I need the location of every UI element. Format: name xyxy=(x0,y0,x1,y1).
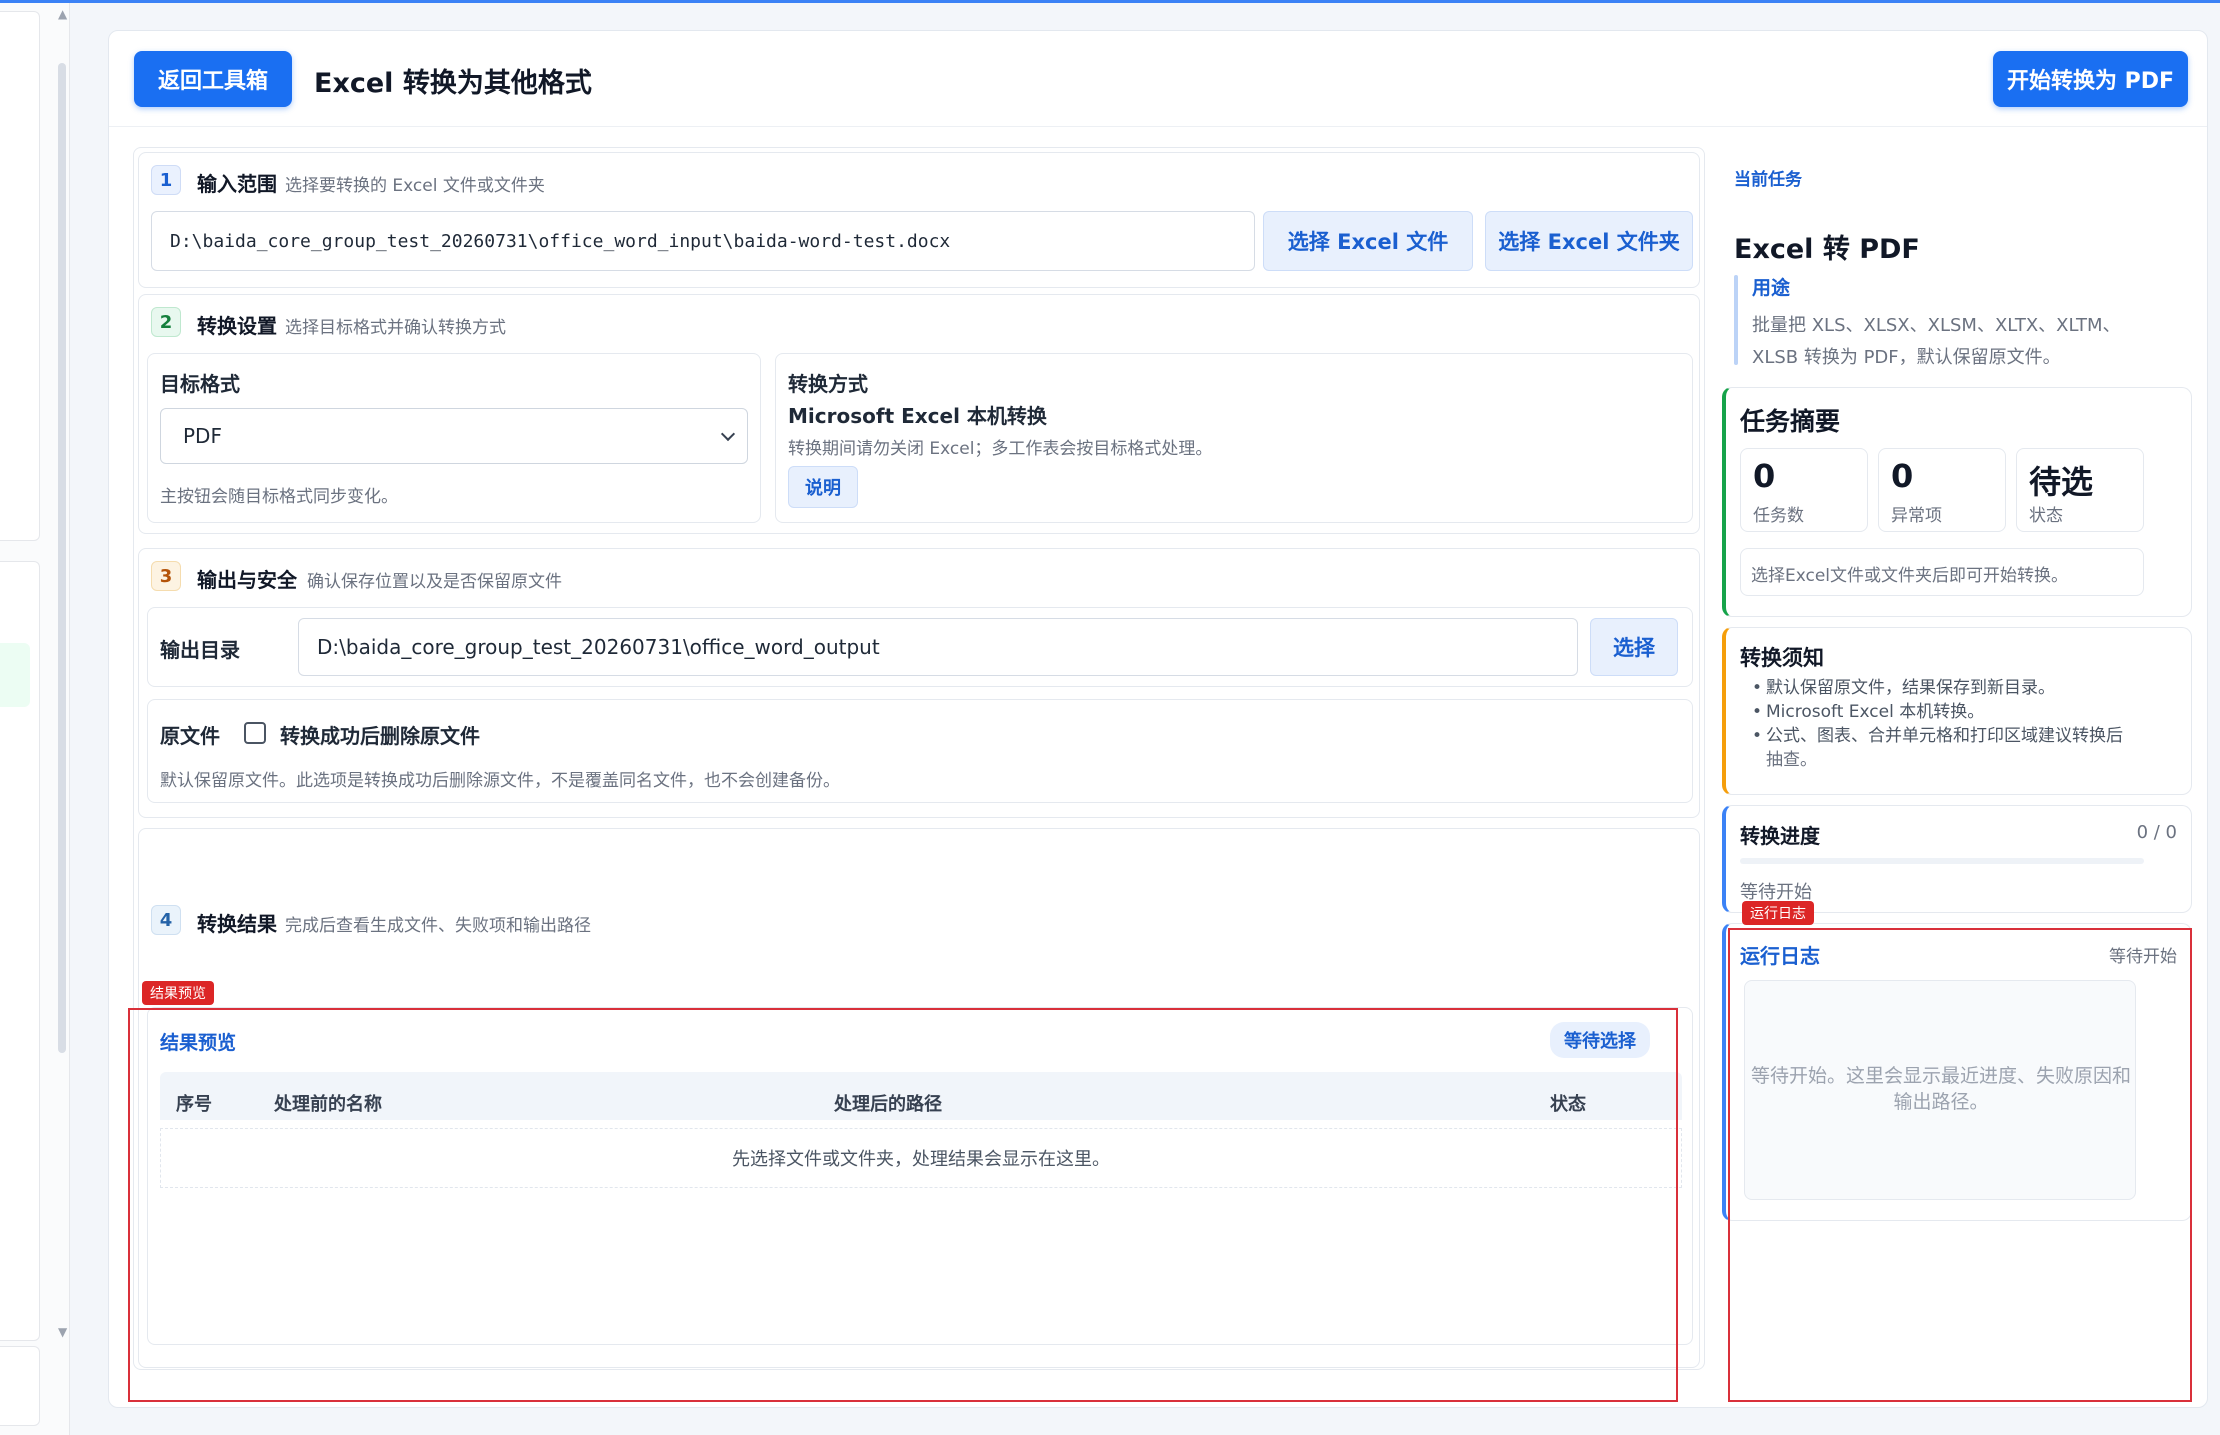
run-log-highlight xyxy=(1728,928,2192,1402)
current-task-title: Excel 转 PDF xyxy=(1734,234,1920,265)
left-active-item[interactable] xyxy=(0,643,30,707)
left-panel-footer xyxy=(0,1346,40,1426)
convert-method-hint: 转换期间请勿关闭 Excel；多工作表会按目标格式处理。 xyxy=(788,439,1213,459)
step-1-badge: 1 xyxy=(151,165,181,195)
start-convert-button[interactable]: 开始转换为 PDF xyxy=(1993,51,2188,107)
current-task-eyebrow: 当前任务 xyxy=(1734,170,1802,190)
step-4-subtitle: 完成后查看生成文件、失败项和输出路径 xyxy=(285,916,591,936)
result-preview-tag: 结果预览 xyxy=(142,981,214,1005)
select-excel-file-button[interactable]: 选择 Excel 文件 xyxy=(1263,211,1473,271)
chevron-down-icon xyxy=(720,426,736,442)
explain-button[interactable]: 说明 xyxy=(788,466,858,508)
output-dir-label: 输出目录 xyxy=(160,638,240,662)
stat-status-label: 状态 xyxy=(2029,506,2063,526)
scroll-down-icon[interactable]: ▼ xyxy=(58,1325,67,1339)
progress-count: 0 / 0 xyxy=(2136,822,2177,843)
notice-item-2: Microsoft Excel 本机转换。 xyxy=(1752,700,1984,724)
notice-item-3-cont: 抽查。 xyxy=(1766,750,1817,770)
step-3-title: 输出与安全 xyxy=(197,568,297,592)
result-preview-highlight xyxy=(128,1008,1678,1402)
origin-file-box: 原文件 转换成功后删除原文件 默认保留原文件。此选项是转换成功后删除源文件，不是… xyxy=(147,699,1693,803)
top-accent-line xyxy=(0,0,2220,3)
notice-item-1: 默认保留原文件，结果保存到新目录。 xyxy=(1752,676,2055,700)
summary-hint-box: 选择Excel文件或文件夹后即可开始转换。 xyxy=(1740,548,2144,596)
section-convert-settings: 2 转换设置 选择目标格式并确认转换方式 目标格式 PDF 主按钮会随目标格式同… xyxy=(138,294,1700,534)
select-excel-folder-button[interactable]: 选择 Excel 文件夹 xyxy=(1485,211,1693,271)
output-dir-field[interactable]: D:\baida_core_group_test_20260731\office… xyxy=(298,618,1578,676)
step-3-subtitle: 确认保存位置以及是否保留原文件 xyxy=(307,572,562,592)
section-input-range: 1 输入范围 选择要转换的 Excel 文件或文件夹 D:\baida_core… xyxy=(138,152,1700,288)
stat-task-count: 0 任务数 xyxy=(1740,448,1868,532)
step-2-subtitle: 选择目标格式并确认转换方式 xyxy=(285,318,506,338)
progress-track xyxy=(1740,858,2144,864)
stat-task-count-label: 任务数 xyxy=(1753,506,1804,526)
purpose-label: 用途 xyxy=(1752,277,1791,299)
stat-error-count-label: 异常项 xyxy=(1891,506,1942,526)
input-path-field[interactable]: D:\baida_core_group_test_20260731\office… xyxy=(151,211,1255,271)
input-path-value: D:\baida_core_group_test_20260731\office… xyxy=(170,230,951,252)
convert-progress-card: 转换进度 0 / 0 等待开始 xyxy=(1722,805,2192,913)
choose-output-button[interactable]: 选择 xyxy=(1590,618,1678,676)
left-panel-top xyxy=(0,11,40,541)
delete-origin-checkbox[interactable] xyxy=(244,722,266,744)
origin-file-label: 原文件 xyxy=(160,724,220,748)
output-dir-box: 输出目录 D:\baida_core_group_test_20260731\o… xyxy=(147,607,1693,687)
page-title: Excel 转换为其他格式 xyxy=(314,68,592,99)
delete-origin-hint: 默认保留原文件。此选项是转换成功后删除源文件，不是覆盖同名文件，也不会创建备份。 xyxy=(160,771,840,791)
notice-item-3: 公式、图表、合并单元格和打印区域建议转换后 xyxy=(1752,724,2123,748)
back-to-toolbox-button[interactable]: 返回工具箱 xyxy=(134,51,292,107)
target-format-label: 目标格式 xyxy=(160,372,240,396)
convert-method-value: Microsoft Excel 本机转换 xyxy=(788,404,1047,428)
section-output-safety: 3 输出与安全 确认保存位置以及是否保留原文件 输出目录 D:\baida_co… xyxy=(138,548,1700,818)
stat-error-count-value: 0 xyxy=(1891,457,1914,495)
left-scrollbar[interactable] xyxy=(58,63,66,1053)
step-3-badge: 3 xyxy=(151,561,181,591)
step-4-title: 转换结果 xyxy=(197,912,277,936)
output-dir-value: D:\baida_core_group_test_20260731\office… xyxy=(317,635,880,659)
progress-title: 转换进度 xyxy=(1740,824,1820,848)
header: 返回工具箱 Excel 转换为其他格式 开始转换为 PDF xyxy=(109,31,2207,127)
step-2-badge: 2 xyxy=(151,307,181,337)
summary-hint: 选择Excel文件或文件夹后即可开始转换。 xyxy=(1751,566,2069,586)
convert-method-label: 转换方式 xyxy=(788,372,868,396)
left-app-strip: ▲ ▼ xyxy=(0,3,70,1435)
target-format-value: PDF xyxy=(183,424,222,448)
delete-origin-label[interactable]: 转换成功后删除原文件 xyxy=(280,720,480,749)
target-format-box: 目标格式 PDF 主按钮会随目标格式同步变化。 xyxy=(147,353,761,523)
step-1-title: 输入范围 xyxy=(197,172,277,196)
target-format-hint: 主按钮会随目标格式同步变化。 xyxy=(160,487,398,507)
stat-status: 待选 状态 xyxy=(2016,448,2144,532)
purpose-text-line2: XLSB 转换为 PDF，默认保留原文件。 xyxy=(1752,347,2061,368)
stat-error-count: 0 异常项 xyxy=(1878,448,2006,532)
run-log-tag: 运行日志 xyxy=(1742,901,1814,925)
convert-method-box: 转换方式 Microsoft Excel 本机转换 转换期间请勿关闭 Excel… xyxy=(775,353,1693,523)
convert-notice-card: 转换须知 默认保留原文件，结果保存到新目录。 Microsoft Excel 本… xyxy=(1722,627,2192,795)
stat-task-count-value: 0 xyxy=(1753,457,1776,495)
scroll-up-icon[interactable]: ▲ xyxy=(58,7,67,21)
purpose-accent xyxy=(1734,275,1738,365)
stat-status-value: 待选 xyxy=(2029,463,2094,501)
target-format-select[interactable]: PDF xyxy=(160,408,748,464)
task-summary-title: 任务摘要 xyxy=(1740,407,1841,436)
task-summary-card: 任务摘要 0 任务数 0 异常项 待选 状态 选择Excel文件或文件夹后即可开… xyxy=(1722,387,2192,617)
step-4-badge: 4 xyxy=(151,905,181,935)
notice-title: 转换须知 xyxy=(1740,646,1824,670)
purpose-text-line1: 批量把 XLS、XLSX、XLSM、XLTX、XLTM、 xyxy=(1752,315,2121,336)
step-1-subtitle: 选择要转换的 Excel 文件或文件夹 xyxy=(285,176,545,196)
step-2-title: 转换设置 xyxy=(197,314,277,338)
